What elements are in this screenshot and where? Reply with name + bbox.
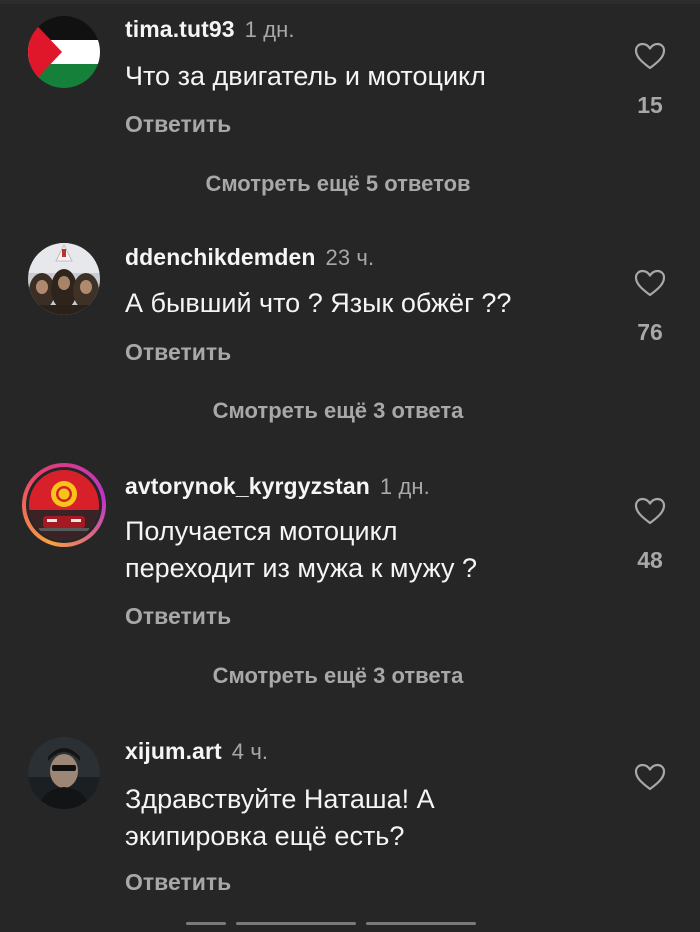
- comment-username[interactable]: avtorynok_kyrgyzstan 1 дн.: [125, 473, 430, 500]
- comment-username[interactable]: xijum.art 4 ч.: [125, 738, 268, 765]
- like-count: 48: [637, 547, 663, 573]
- comment-username[interactable]: tima.tut93 1 дн.: [125, 16, 295, 43]
- comment-time: 23 ч.: [325, 245, 375, 270]
- palestine-flag-icon: [28, 16, 100, 88]
- avatar-story-ring[interactable]: [22, 463, 106, 547]
- comment-text: Здравствуйте Наташа! А экипировка ещё ес…: [125, 781, 595, 855]
- comment-time: 4 ч.: [231, 739, 269, 764]
- like-button[interactable]: 48: [622, 497, 678, 574]
- avatar[interactable]: [28, 737, 100, 809]
- comment-time: 1 дн.: [379, 474, 430, 499]
- heart-icon: [634, 269, 666, 297]
- like-button[interactable]: 76: [622, 269, 678, 346]
- heart-icon: [634, 763, 666, 791]
- view-more-replies-button[interactable]: Смотреть ещё 3 ответа: [0, 398, 700, 424]
- comment-time: 1 дн.: [244, 17, 295, 42]
- kyrgyzstan-flag-icon: [29, 470, 99, 540]
- like-button[interactable]: [622, 763, 678, 791]
- view-more-replies-button[interactable]: Смотреть ещё 3 ответа: [0, 663, 700, 689]
- like-count: 15: [637, 92, 663, 118]
- avatar[interactable]: [28, 16, 100, 88]
- like-count: 76: [637, 319, 663, 345]
- like-button[interactable]: 15: [622, 42, 678, 119]
- reply-button[interactable]: Ответить: [125, 603, 231, 630]
- monkeys-photo-icon: [28, 243, 100, 315]
- comment-text: Получается мотоцикл переходит из мужа к …: [125, 513, 595, 587]
- top-divider: [0, 0, 700, 4]
- comment-text: А бывший что ? Язык обжёг ??: [125, 288, 512, 318]
- reply-button[interactable]: Ответить: [125, 339, 231, 366]
- comment-text: Что за двигатель и мотоцикл: [125, 61, 486, 91]
- reply-button[interactable]: Ответить: [125, 869, 231, 896]
- heart-icon: [634, 497, 666, 525]
- comment-username[interactable]: ddenchikdemden 23 ч.: [125, 244, 374, 271]
- heart-icon: [634, 42, 666, 70]
- reply-button[interactable]: Ответить: [125, 111, 231, 138]
- view-more-replies-button[interactable]: Смотреть ещё 5 ответов: [0, 171, 700, 197]
- comment-text-line: экипировка ещё есть?: [125, 821, 405, 851]
- avatar[interactable]: [28, 243, 100, 315]
- comment-text-line: переходит из мужа к мужу ?: [125, 553, 477, 583]
- cut-off-text-edge: [186, 922, 486, 932]
- man-photo-icon: [28, 737, 100, 809]
- comment-text-line: Здравствуйте Наташа! А: [125, 784, 435, 814]
- comment-text-line: Получается мотоцикл: [125, 516, 398, 546]
